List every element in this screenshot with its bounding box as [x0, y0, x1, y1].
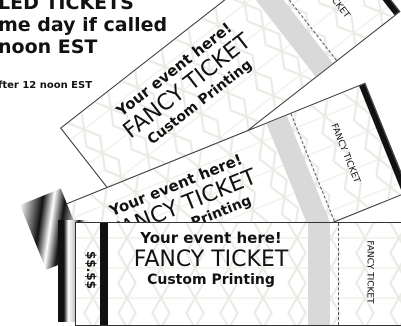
- ticket-title: FANCY TICKET: [133, 247, 289, 272]
- ticket-tagline: Your event here!: [140, 229, 282, 247]
- headline-line-2: me day if called: [0, 14, 168, 36]
- promo-subline: fter 12 noon EST: [0, 80, 93, 91]
- perforation-line: [338, 223, 339, 325]
- promo-headline: LED TICKETS me day if called noon EST: [0, 0, 167, 58]
- price-label: $$.$$: [83, 251, 98, 289]
- ticket-front: $$.$$ FANCY TICKET Your event here! FANC…: [75, 222, 401, 326]
- ticket-edge-bar: [100, 223, 108, 325]
- headline-line-1: LED TICKETS: [0, 0, 134, 14]
- headline-line-3: noon EST: [0, 36, 98, 58]
- ticket-body: Your event here! FANCY TICKET Custom Pri…: [116, 229, 306, 288]
- ticket-subtitle: Custom Printing: [147, 272, 275, 288]
- stub-label: FANCY TICKET: [364, 240, 375, 304]
- stub-divider-bar: [308, 223, 330, 325]
